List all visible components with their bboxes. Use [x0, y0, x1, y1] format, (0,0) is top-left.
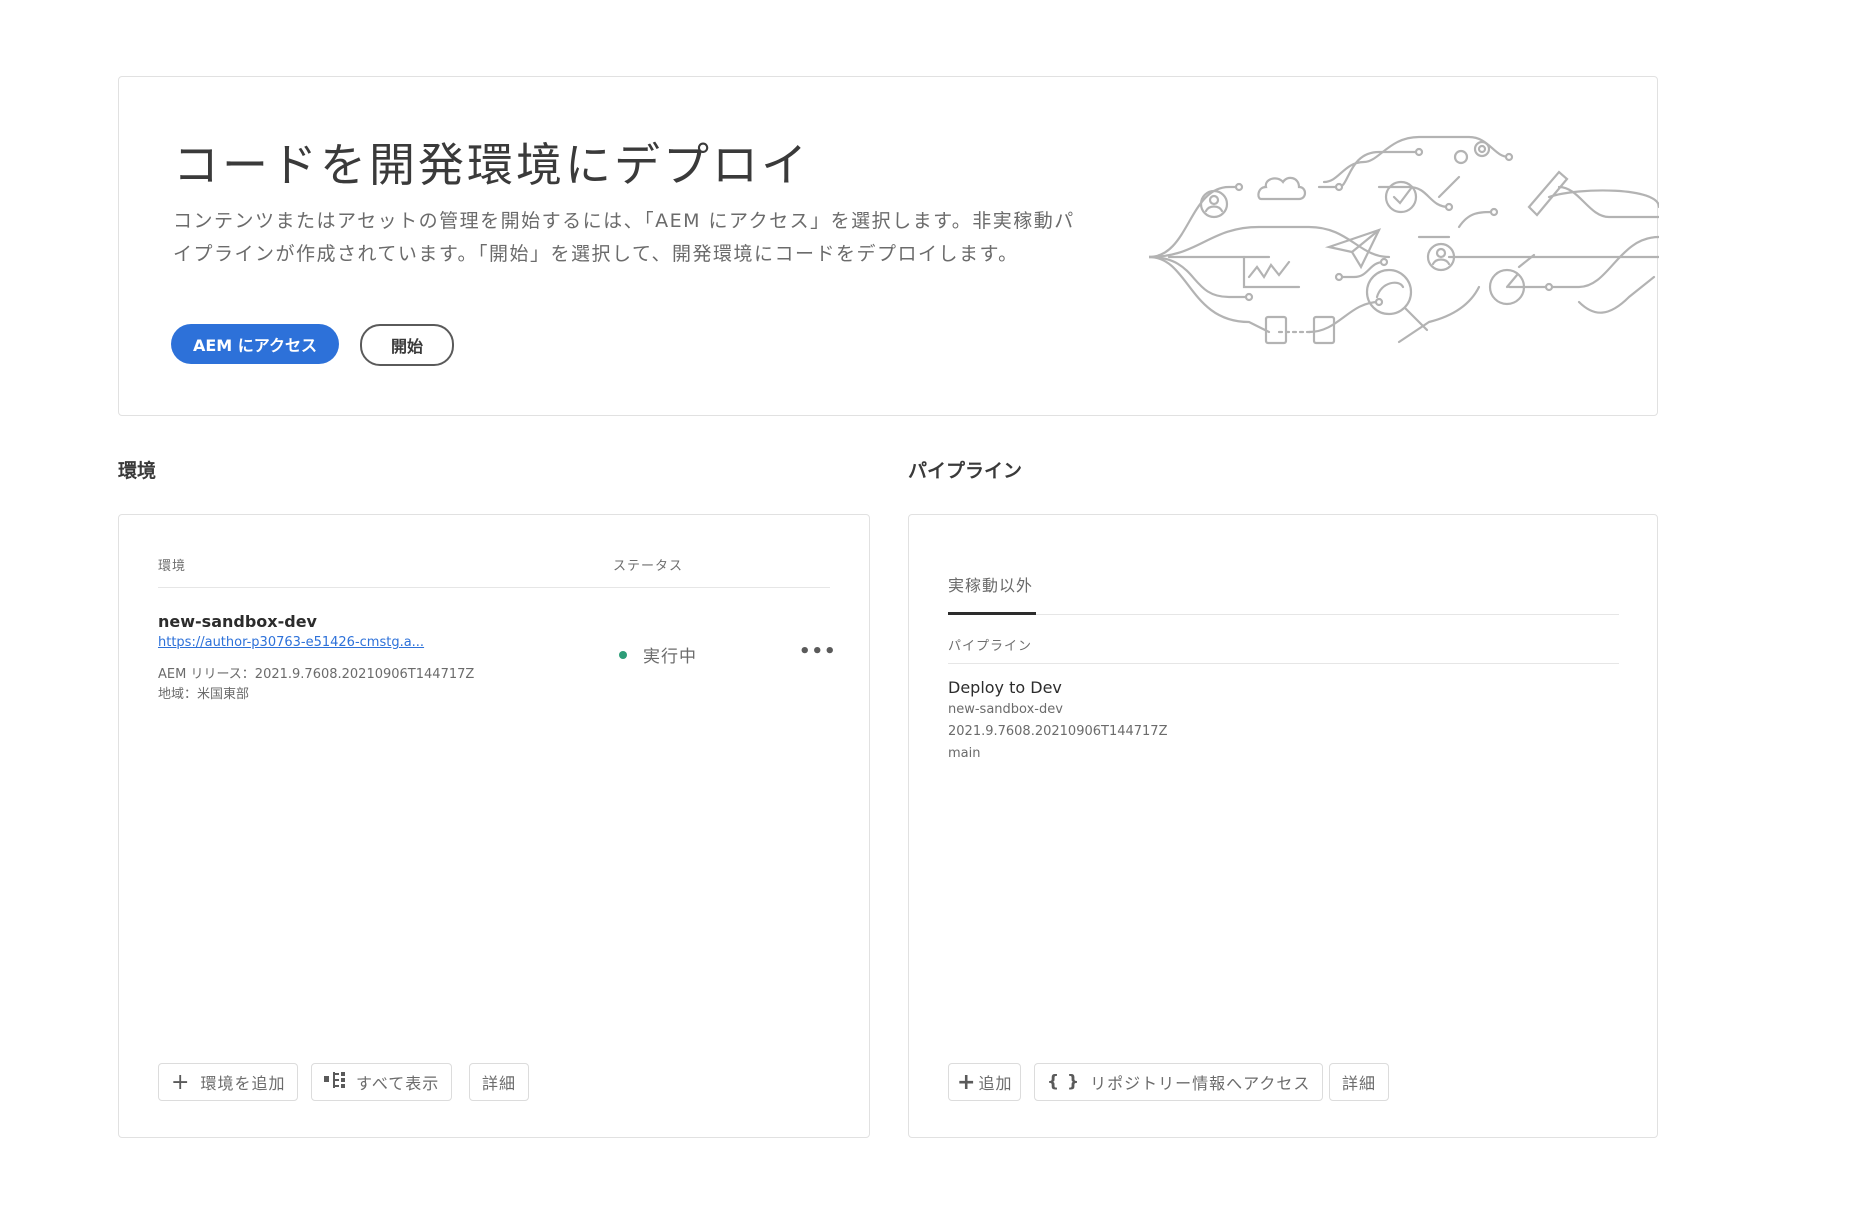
environments-heading: 環境 [118, 460, 157, 482]
header-divider [158, 587, 830, 588]
add-environment-label: 環境を追加 [200, 1074, 286, 1093]
pipeline-column-header: パイプライン [948, 639, 1033, 654]
tree-view-icon [324, 1072, 346, 1092]
pipelines-card: 実稼動以外 パイプライン Deploy to Dev new-sandbox-d… [908, 514, 1658, 1138]
add-environment-button[interactable]: + 環境を追加 [158, 1063, 299, 1101]
more-actions-icon[interactable]: ••• [799, 641, 837, 662]
environment-details-label: 詳細 [482, 1074, 517, 1093]
braces-icon: { } [1047, 1072, 1081, 1092]
env-column-header: 環境 [158, 559, 187, 574]
header-divider [948, 663, 1619, 664]
repository-info-button[interactable]: { } リポジトリー情報へアクセス [1034, 1063, 1324, 1101]
pipelines-heading: パイプライン [908, 460, 1023, 482]
pipeline-details-label: 詳細 [1342, 1074, 1377, 1093]
plus-icon: + [171, 1069, 191, 1095]
active-tab-indicator [948, 612, 1036, 615]
pipeline-branch: main [948, 746, 981, 761]
environment-status: 実行中 [643, 647, 697, 667]
view-all-label: すべて表示 [356, 1074, 440, 1093]
deployment-illustration [1149, 135, 1659, 345]
pipeline-version: 2021.9.7608.20210906T144717Z [948, 724, 1168, 739]
environment-url-link[interactable]: https://author-p30763-e51426-cmstg.a... [158, 635, 424, 650]
environment-name: new-sandbox-dev [158, 612, 317, 631]
access-aem-button[interactable]: AEM にアクセス [171, 324, 339, 364]
pipeline-environment: new-sandbox-dev [948, 702, 1063, 717]
environments-card: 環境 ステータス new-sandbox-dev https://author-… [118, 514, 870, 1138]
pipeline-details-button[interactable]: 詳細 [1329, 1063, 1390, 1101]
add-pipeline-button[interactable]: + 追加 [948, 1063, 1022, 1101]
view-all-button[interactable]: すべて表示 [311, 1063, 453, 1101]
hero-card: コードを開発環境にデプロイ コンテンツまたはアセットの管理を開始するには、「AE… [118, 76, 1659, 416]
hero-description: コンテンツまたはアセットの管理を開始するには、「AEM にアクセス」を選択します… [173, 210, 1075, 265]
environment-region: 地域：米国東部 [158, 687, 250, 702]
status-column-header: ステータス [613, 559, 684, 574]
status-indicator-icon [619, 651, 627, 659]
repository-info-label: リポジトリー情報へアクセス [1090, 1074, 1311, 1093]
pipeline-name[interactable]: Deploy to Dev [948, 678, 1062, 697]
environment-release: AEM リリース：2021.9.7608.20210906T144717Z [158, 667, 475, 682]
start-button[interactable]: 開始 [360, 324, 454, 366]
environment-details-button[interactable]: 詳細 [469, 1063, 530, 1101]
plus-icon: + [957, 1069, 977, 1095]
hero-title: コードを開発環境にデプロイ [173, 138, 810, 192]
add-pipeline-label: 追加 [978, 1074, 1013, 1093]
tab-non-production[interactable]: 実稼動以外 [948, 572, 1033, 596]
tab-divider [948, 614, 1619, 615]
